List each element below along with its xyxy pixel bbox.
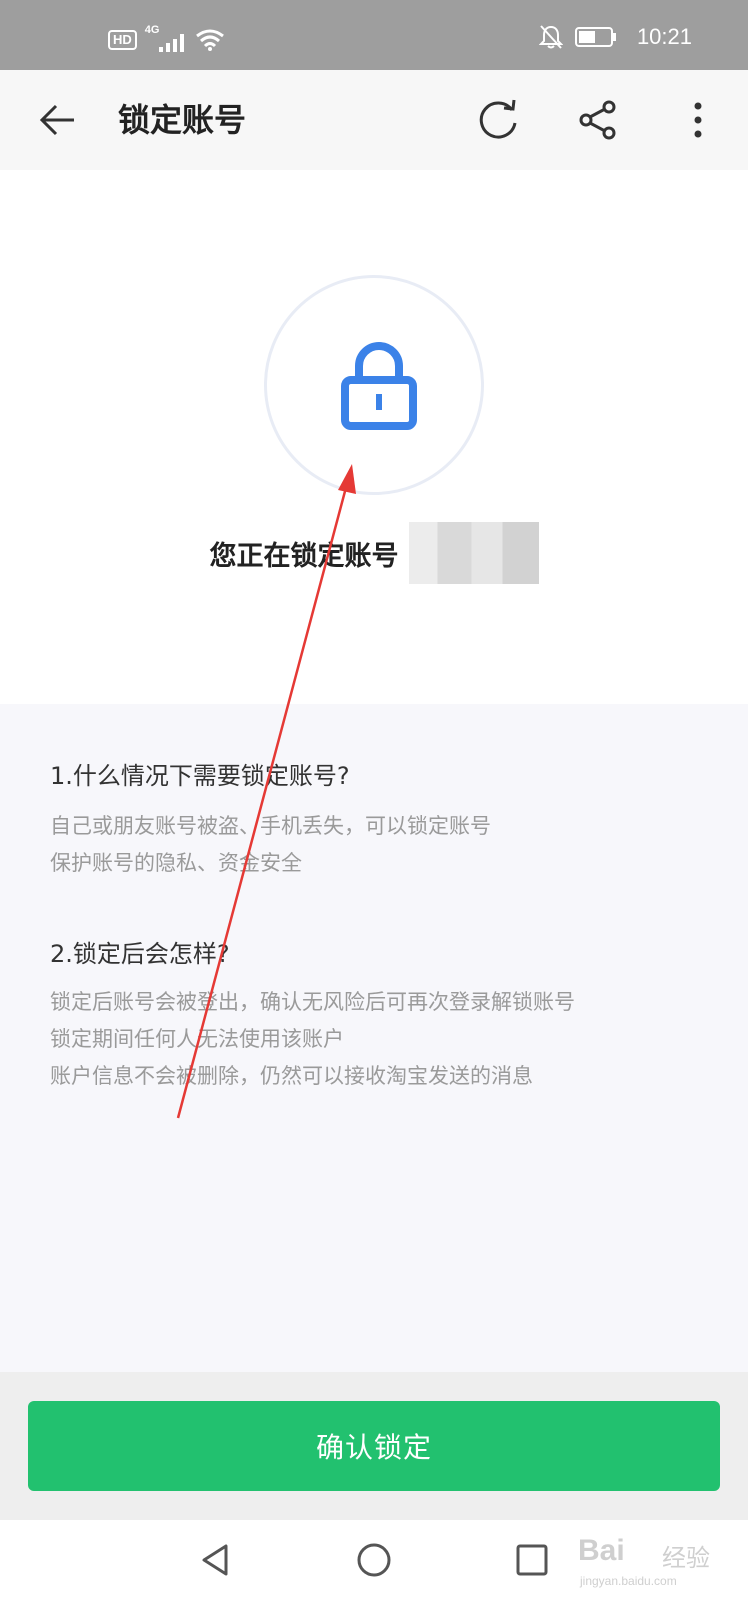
status-right: 10:21 [538,24,692,50]
more-icon[interactable] [674,96,722,144]
bottom-action-bar: 确认锁定 [0,1372,748,1520]
wifi-icon [195,29,224,51]
faq-answer-1-line-1: 自己或朋友账号被盗、手机丢失，可以锁定账号 [50,814,491,838]
network-type: 4G [144,24,160,36]
refresh-icon[interactable] [474,96,522,144]
faq-answer-2-line-1: 锁定后账号会被登出，确认无风险后可再次登录解锁账号 [50,990,575,1014]
share-icon[interactable] [574,96,622,144]
faq-answer-1-line-2: 保护账号的隐私、资金安全 [50,851,302,875]
lock-hero: 您正在锁定账号 [0,170,748,704]
lock-icon [341,342,417,430]
nav-back-icon[interactable] [196,1540,236,1580]
faq-answer-2-line-3: 账户信息不会被删除，仍然可以接收淘宝发送的消息 [50,1064,533,1088]
faq-answer-2: 锁定后账号会被登出，确认无风险后可再次登录解锁账号 锁定期间任何人无法使用该账户… [50,984,575,1095]
bell-muted-icon [538,25,563,49]
faq-question-1: 1.什么情况下需要锁定账号? [50,762,350,790]
locking-label: 您正在锁定账号 [209,540,399,572]
nav-home-icon[interactable] [354,1540,394,1580]
status-bar: HD 4G 10:21 [0,0,748,70]
title-bar: 锁定账号 [0,70,748,170]
confirm-lock-button[interactable]: 确认锁定 [28,1401,720,1491]
lock-account-screen: HD 4G 10:21 锁定账号 您正在锁定账号 1.什么情况下需要锁定账号? … [0,0,748,1600]
redacted-account-name [408,522,539,584]
back-arrow-icon[interactable] [34,96,82,144]
lock-info-section: 1.什么情况下需要锁定账号? 自己或朋友账号被盗、手机丢失，可以锁定账号 保护账… [0,704,748,1372]
locking-account-row: 您正在锁定账号 [0,522,748,584]
network-indicator: 4G [145,24,187,52]
watermark-brand-cn: 经验 [662,1544,710,1572]
watermark-site: jingyan.baidu.com [580,1574,677,1588]
clock: 10:21 [636,24,692,49]
lock-icon-circle [264,275,484,495]
watermark-brand: Bai [578,1534,625,1567]
faq-question-2: 2.锁定后会怎样? [50,940,230,968]
nav-recent-icon[interactable] [512,1540,552,1580]
battery-icon [574,27,616,47]
baidu-jingyan-watermark: Bai 经验 jingyan.baidu.com [578,1530,738,1592]
status-left: HD 4G [108,24,225,52]
faq-answer-2-line-2: 锁定期间任何人无法使用该账户 [50,1027,344,1051]
page-title: 锁定账号 [118,101,247,139]
hd-badge: HD [108,30,137,50]
faq-answer-1: 自己或朋友账号被盗、手机丢失，可以锁定账号 保护账号的隐私、资金安全 [50,808,491,882]
signal-icon [158,34,184,52]
system-nav-bar: Bai 经验 jingyan.baidu.com [0,1520,748,1600]
